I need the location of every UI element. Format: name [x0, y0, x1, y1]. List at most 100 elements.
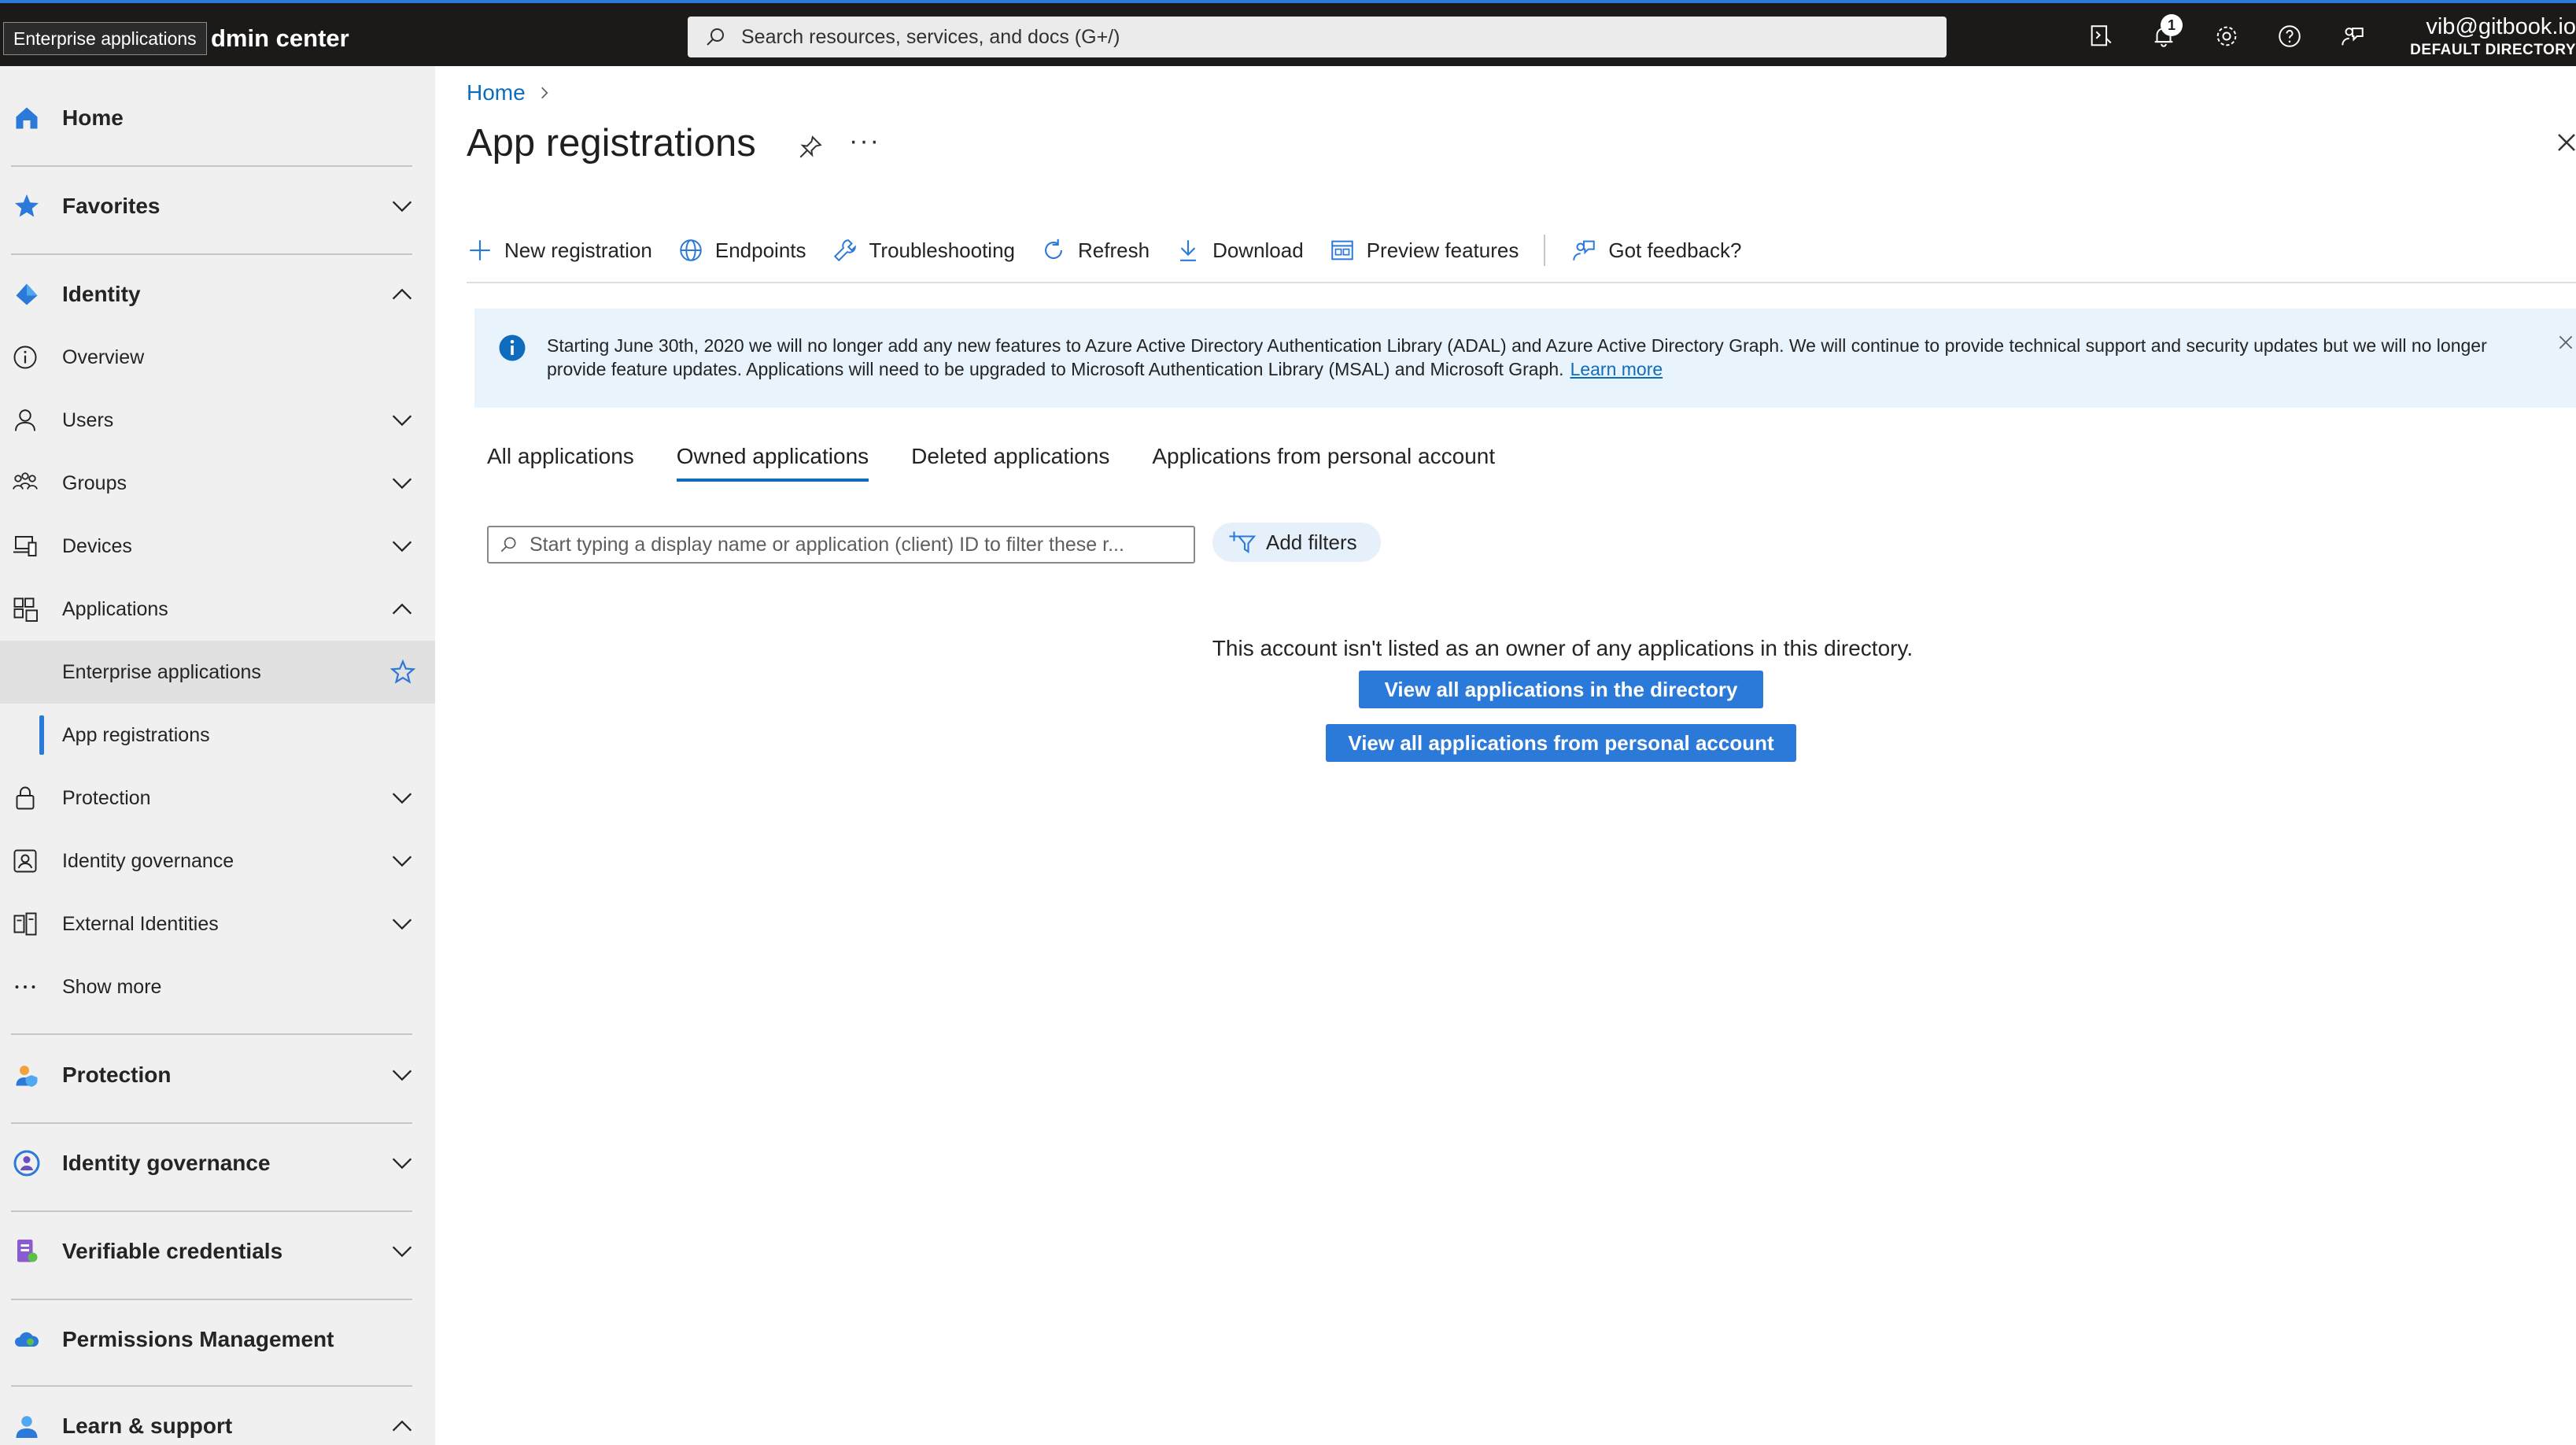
cloud-shell-icon — [2091, 25, 2112, 46]
notifications-button[interactable]: 1 — [2148, 14, 2183, 55]
banner-message: Starting June 30th, 2020 we will no long… — [547, 334, 2514, 408]
dismiss-icon[interactable] — [2556, 332, 2576, 353]
pin-icon[interactable] — [797, 134, 824, 161]
add-filters-button[interactable]: Add filters — [1212, 523, 1381, 562]
troubleshooting-button[interactable]: Troubleshooting — [832, 237, 1015, 264]
chevron-down-icon[interactable] — [389, 848, 415, 874]
toolbar-separator — [1544, 235, 1546, 266]
close-icon[interactable] — [2555, 131, 2576, 154]
sidebar-home-label: Home — [62, 105, 124, 130]
add-filter-icon — [1229, 531, 1257, 553]
endpoints-button[interactable]: Endpoints — [677, 237, 806, 264]
toolbar-label: Download — [1212, 238, 1304, 262]
sidebar-item-label: Enterprise applications — [62, 660, 261, 683]
toolbar-label: Refresh — [1078, 238, 1150, 262]
chevron-up-icon[interactable] — [389, 281, 415, 308]
globe-icon — [680, 239, 702, 261]
sidebar-item-overview[interactable]: Overview — [0, 326, 435, 389]
preview-features-button[interactable]: Preview features — [1329, 237, 1519, 264]
empty-state-message: This account isn't listed as an owner of… — [1212, 636, 1914, 660]
filter-box[interactable] — [487, 526, 1195, 564]
download-button[interactable]: Download — [1175, 237, 1304, 264]
sidebar-item-label: Devices — [62, 534, 132, 557]
feedback-icon — [2342, 28, 2364, 46]
notification-badge: 1 — [2161, 14, 2183, 36]
settings-button[interactable] — [2211, 17, 2242, 55]
favorite-star-icon[interactable] — [389, 658, 417, 686]
global-search[interactable] — [688, 17, 1947, 57]
chevron-down-icon[interactable] — [389, 911, 415, 937]
sidebar-item-enterprise-applications[interactable]: Enterprise applications — [0, 641, 435, 704]
more-options-button[interactable]: ··· — [849, 126, 880, 157]
refresh-icon — [1045, 238, 1062, 260]
help-button[interactable] — [2274, 17, 2305, 55]
view-all-personal-button[interactable]: View all applications from personal acco… — [1326, 724, 1796, 762]
sidebar-item-external-identities[interactable]: External Identities — [0, 893, 435, 955]
support-icon — [16, 1416, 38, 1438]
got-feedback-button[interactable]: Got feedback? — [1570, 237, 1741, 264]
gear-icon — [2216, 26, 2237, 46]
sidebar-section-learn-support[interactable]: Learn & support — [0, 1395, 435, 1445]
sidebar-section-verifiable-credentials[interactable]: Verifiable credentials — [0, 1220, 435, 1283]
tab-applications-personal-account[interactable]: Applications from personal account — [1152, 444, 1495, 482]
filter-input[interactable] — [528, 532, 1189, 557]
sidebar-item-applications[interactable]: Applications — [0, 578, 435, 641]
sidebar-item-identity-governance[interactable]: Identity governance — [0, 830, 435, 893]
cloud-icon — [15, 1332, 39, 1347]
feedback-button[interactable] — [2337, 17, 2368, 55]
sidebar-item-devices[interactable]: Devices — [0, 515, 435, 578]
chevron-down-icon[interactable] — [389, 470, 415, 497]
refresh-button[interactable]: Refresh — [1040, 237, 1150, 264]
groups-icon — [13, 472, 38, 490]
chevron-down-icon[interactable] — [389, 1150, 415, 1177]
chevron-down-icon[interactable] — [389, 785, 415, 811]
cloud-shell-button[interactable] — [2085, 17, 2117, 55]
ellipsis-icon — [15, 985, 35, 989]
chevron-up-icon[interactable] — [389, 596, 415, 623]
sidebar-section-permissions-management[interactable]: Permissions Management — [0, 1308, 435, 1371]
governance-icon — [13, 1150, 40, 1177]
sidebar-item-protection[interactable]: Protection — [0, 767, 435, 830]
identity-icon — [16, 283, 38, 305]
sidebar-item-app-registrations[interactable]: App registrations — [0, 704, 435, 767]
sidebar-item-label: Identity governance — [62, 849, 234, 872]
search-input[interactable] — [740, 24, 1920, 50]
tooltip: Enterprise applications — [3, 22, 207, 55]
tab-owned-applications[interactable]: Owned applications — [676, 444, 869, 482]
top-bar: dmin center Enterprise applications 1 — [0, 0, 2576, 66]
sidebar-item-show-more[interactable]: Show more — [0, 955, 435, 1018]
divider — [11, 1299, 412, 1300]
sidebar-item-users[interactable]: Users — [0, 389, 435, 452]
portal-title[interactable]: dmin center — [211, 19, 349, 58]
top-icons: 1 — [2085, 14, 2368, 55]
chevron-up-icon[interactable] — [389, 1413, 415, 1439]
sidebar-item-groups[interactable]: Groups — [0, 452, 435, 515]
view-all-directory-button[interactable]: View all applications in the directory — [1359, 671, 1763, 708]
chevron-down-icon[interactable] — [389, 533, 415, 560]
protection-icon — [16, 1066, 38, 1087]
sidebar-section-identity-governance[interactable]: Identity governance — [0, 1132, 435, 1195]
chevron-down-icon[interactable] — [389, 193, 415, 220]
new-registration-button[interactable]: New registration — [467, 237, 652, 264]
divider — [11, 1122, 412, 1124]
tab-all-applications[interactable]: All applications — [487, 444, 634, 482]
breadcrumb-home-link[interactable]: Home — [467, 80, 526, 105]
sidebar-item-label: External Identities — [62, 912, 219, 935]
home-icon — [16, 107, 38, 129]
sidebar-section-label: Learn & support — [62, 1414, 233, 1438]
account-email: vib@gitbook.io — [2426, 14, 2576, 39]
tab-deleted-applications[interactable]: Deleted applications — [911, 444, 1109, 482]
chevron-down-icon[interactable] — [389, 407, 415, 434]
sidebar-section-protection[interactable]: Protection — [0, 1044, 435, 1107]
chevron-down-icon[interactable] — [389, 1062, 415, 1088]
sidebar-section-label: Identity governance — [62, 1151, 271, 1175]
sidebar-home[interactable]: Home — [0, 87, 435, 150]
account-menu[interactable]: vib@gitbook.io DEFAULT DIRECTORY — [2410, 13, 2576, 60]
sidebar-identity[interactable]: Identity — [0, 263, 435, 326]
sidebar-favorites[interactable]: Favorites — [0, 175, 435, 238]
learn-more-link[interactable]: Learn more — [1570, 359, 1663, 379]
chevron-down-icon[interactable] — [389, 1238, 415, 1265]
main-content: Home App registrations ··· New registrat… — [435, 66, 2576, 1445]
divider — [11, 1033, 412, 1035]
sidebar-item-label: Applications — [62, 597, 168, 620]
